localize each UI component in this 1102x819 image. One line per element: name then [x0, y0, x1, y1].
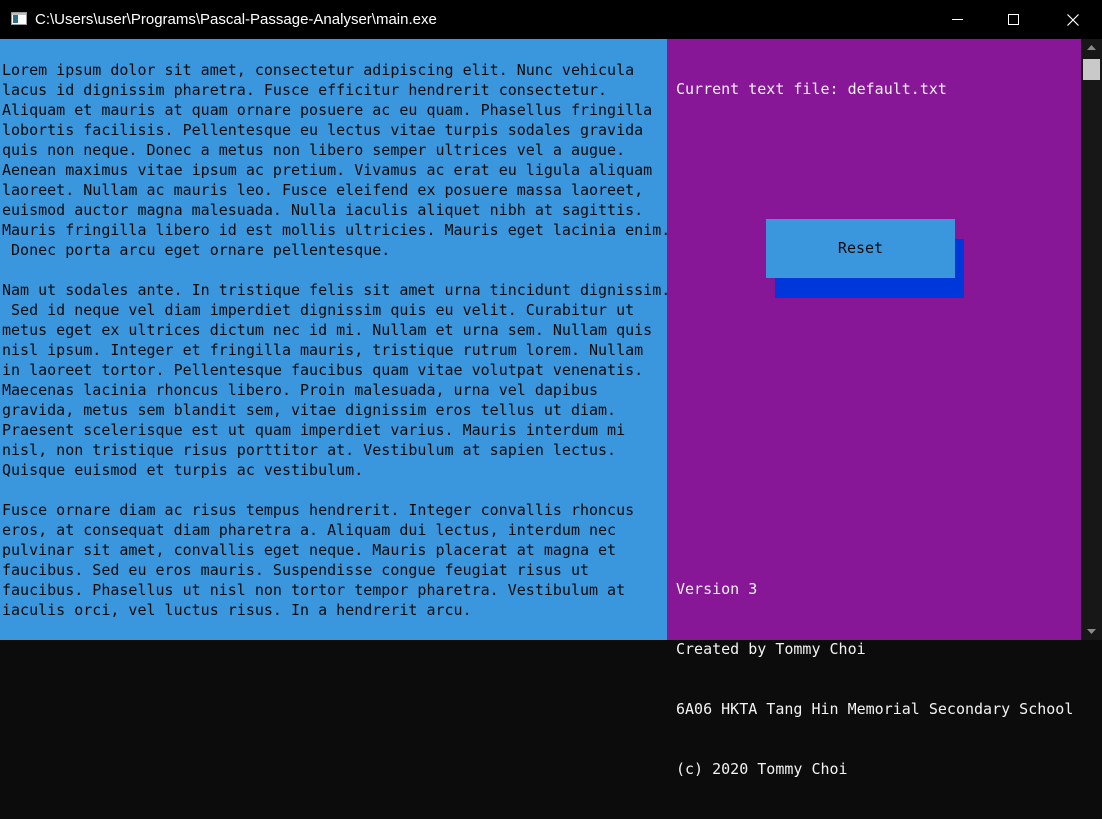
- passage-line: pulvinar sit amet, convallis eget neque.…: [2, 541, 617, 559]
- passage-line: Maecenas lacinia rhoncus libero. Proin m…: [2, 381, 599, 399]
- school-text: 6A06 HKTA Tang Hin Memorial Secondary Sc…: [676, 700, 1074, 718]
- version-text: Version 3: [676, 580, 758, 598]
- current-file-label: Current text file: default.txt: [676, 80, 947, 98]
- console-app-icon: [11, 12, 27, 25]
- passage-pane: Lorem ipsum dolor sit amet, consectetur …: [0, 39, 667, 640]
- passage-line: faucibus. Sed eu eros mauris. Suspendiss…: [2, 561, 589, 579]
- scroll-thumb[interactable]: [1083, 59, 1100, 80]
- app-info: Version 3 Created by Tommy Choi 6A06 HKT…: [676, 539, 1073, 819]
- passage-line: laoreet. Nullam ac mauris leo. Fusce ele…: [2, 181, 644, 199]
- passage-line: [2, 260, 667, 280]
- console-window: C:\Users\user\Programs\Pascal-Passage-An…: [0, 0, 1102, 778]
- passage-line: nisl ipsum. Integer et fringilla mauris,…: [2, 341, 644, 359]
- console-area: Lorem ipsum dolor sit amet, consectetur …: [0, 39, 1102, 778]
- scroll-up-button[interactable]: [1081, 39, 1102, 56]
- author-text: Created by Tommy Choi: [676, 640, 866, 658]
- passage-line: Aliquam et mauris at quam ornare posuere…: [2, 101, 653, 119]
- passage-line: in laoreet tortor. Pellentesque faucibus…: [2, 361, 644, 379]
- scroll-down-button[interactable]: [1081, 623, 1102, 640]
- maximize-button[interactable]: [984, 0, 1042, 39]
- minimize-icon: [951, 19, 963, 20]
- passage-line: faucibus. Phasellus ut nisl non tortor t…: [2, 581, 626, 599]
- window-title: C:\Users\user\Programs\Pascal-Passage-An…: [35, 11, 437, 28]
- vertical-scrollbar[interactable]: [1081, 39, 1102, 640]
- minimize-button[interactable]: [928, 0, 986, 39]
- passage-line: Sed id neque vel diam imperdiet dignissi…: [2, 301, 635, 319]
- reset-button[interactable]: Reset: [766, 219, 955, 278]
- passage-line: quis non neque. Donec a metus non libero…: [2, 141, 626, 159]
- passage-line: metus eget ex ultrices dictum nec id mi.…: [2, 321, 653, 339]
- passage-line: gravida, metus sem blandit sem, vitae di…: [2, 401, 617, 419]
- passage-line: [2, 480, 667, 500]
- passage-line: Aenean maximus vitae ipsum ac pretium. V…: [2, 161, 653, 179]
- passage-line: lacus id dignissim pharetra. Fusce effic…: [2, 81, 608, 99]
- passage-line: Donec porta arcu eget ornare pellentesqu…: [2, 241, 391, 259]
- scroll-down-icon: [1087, 629, 1096, 634]
- copyright-text: (c) 2020 Tommy Choi: [676, 760, 848, 778]
- passage-line: Mauris fringilla libero id est mollis ul…: [2, 221, 667, 239]
- title-bar[interactable]: C:\Users\user\Programs\Pascal-Passage-An…: [0, 0, 1102, 39]
- close-icon: [1067, 13, 1079, 26]
- passage-line: lobortis facilisis. Pellentesque eu lect…: [2, 121, 644, 139]
- passage-line: Quisque euismod et turpis ac vestibulum.: [2, 461, 364, 479]
- passage-line: eros, at consequat diam pharetra a. Aliq…: [2, 521, 617, 539]
- passage-line: Nam ut sodales ante. In tristique felis …: [2, 281, 667, 299]
- close-button[interactable]: [1044, 0, 1102, 39]
- passage-line: nisl, non tristique risus porttitor at. …: [2, 441, 617, 459]
- passage-line: iaculis orci, vel luctus risus. In a hen…: [2, 601, 472, 619]
- scroll-up-icon: [1087, 45, 1096, 50]
- passage-line: Fusce ornare diam ac risus tempus hendre…: [2, 501, 635, 519]
- side-panel: Current text file: default.txt Reset Ver…: [667, 39, 1081, 778]
- passage-text: Lorem ipsum dolor sit amet, consectetur …: [2, 60, 667, 620]
- passage-line: Praesent scelerisque est ut quam imperdi…: [2, 421, 626, 439]
- passage-line: euismod auctor magna malesuada. Nulla ia…: [2, 201, 644, 219]
- maximize-icon: [1007, 14, 1019, 25]
- passage-line: Lorem ipsum dolor sit amet, consectetur …: [2, 61, 635, 79]
